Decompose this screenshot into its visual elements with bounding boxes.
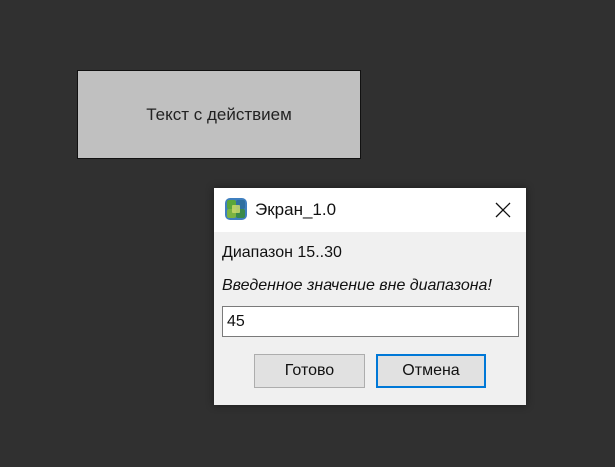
ok-button-label: Готово bbox=[284, 362, 335, 379]
close-button[interactable] bbox=[480, 188, 526, 232]
value-input[interactable] bbox=[222, 306, 519, 337]
action-text-label: Текст с действием bbox=[146, 104, 292, 124]
screen: Текст с действием Экран_1.0 Диапазон 15.… bbox=[0, 0, 615, 467]
ok-button[interactable]: Готово bbox=[254, 354, 365, 388]
dialog-titlebar: Экран_1.0 bbox=[214, 188, 526, 232]
cancel-button-label: Отмена bbox=[402, 362, 460, 379]
cancel-button[interactable]: Отмена bbox=[376, 354, 486, 388]
range-label: Диапазон 15..30 bbox=[222, 244, 342, 261]
app-icon bbox=[225, 198, 247, 220]
action-text-panel[interactable]: Текст с действием bbox=[77, 70, 361, 159]
close-icon bbox=[495, 202, 511, 218]
range-error-dialog: Экран_1.0 Диапазон 15..30 Введенное знач… bbox=[214, 188, 526, 405]
dialog-title: Экран_1.0 bbox=[255, 200, 337, 219]
error-message: Введенное значение вне диапазона! bbox=[222, 277, 492, 294]
